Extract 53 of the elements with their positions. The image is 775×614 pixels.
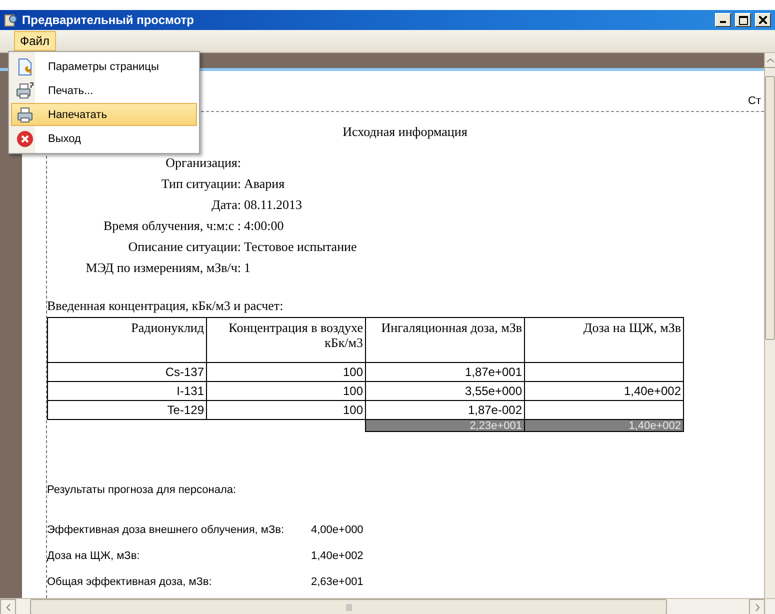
table-cell: 100: [206, 362, 366, 382]
field-value: 08.11.2013: [244, 197, 304, 213]
field-value: Тестовое испытание: [244, 239, 358, 255]
column-header: Ингаляционная доза, мЗв: [366, 318, 524, 362]
section-title: Результаты прогноза для персонала:: [47, 484, 238, 496]
menu-item[interactable]: Печать...: [11, 79, 197, 102]
total-cell: 2,23e+001: [366, 420, 524, 432]
menu-item[interactable]: Файл: [14, 31, 56, 51]
result-value: 2,63e+001: [311, 576, 364, 588]
field-label: Время облучения, ч:м:с :: [102, 218, 241, 234]
table-caption: Введенная концентрация, кБк/м3 и расчет:: [47, 298, 284, 314]
menu-item[interactable]: Параметры страницы: [11, 55, 197, 78]
field-label: Дата:: [210, 197, 241, 213]
printer-icon: [16, 82, 34, 100]
field-label: МЭД по измерениям, мЗв/ч:: [84, 260, 241, 276]
grip-icon: [346, 604, 352, 610]
field-value: Авария: [244, 176, 286, 192]
table-cell: Te-129: [48, 400, 206, 420]
close-button[interactable]: [755, 13, 771, 27]
table-cell: Cs-137: [48, 362, 206, 382]
maximize-icon: [738, 16, 748, 24]
app-icon: [4, 13, 18, 27]
result-label: Общая эффективная доза, мЗв:: [47, 576, 213, 588]
result-label: Эффективная доза внешнего облучения, мЗв:: [47, 524, 286, 536]
minimize-button[interactable]: [715, 13, 731, 27]
table-cell: 1,87e+001: [366, 362, 524, 382]
table-cell: I-131: [48, 382, 206, 400]
page-header: Ст: [748, 95, 761, 107]
close-icon: [759, 16, 767, 24]
exit-icon: [16, 130, 34, 148]
column-header: Радионуклид: [48, 318, 206, 362]
menu-item[interactable]: Напечатать: [11, 103, 197, 126]
field-label: Описание ситуации:: [127, 239, 241, 255]
result-value: 1,40e+002: [311, 550, 364, 562]
field-value: 4:00:00: [244, 218, 285, 234]
window-title: Предварительный просмотр: [22, 13, 195, 27]
printer-icon: [16, 106, 34, 124]
column-header: Доза на ЩЖ, мЗв: [524, 318, 684, 362]
page-settings-icon: [16, 58, 34, 76]
result-label: Доза на ЩЖ, мЗв:: [47, 550, 141, 562]
column-header: Концентрация в воздухе кБк/м3: [206, 318, 366, 362]
maximize-button[interactable]: [735, 13, 751, 27]
field-label: Организация:: [164, 155, 241, 171]
field-value: 1: [244, 260, 252, 276]
result-value: 4,00e+000: [311, 524, 364, 536]
table-cell: 100: [206, 382, 366, 400]
total-cell: 1,40e+002: [524, 420, 684, 432]
table-cell: 1,40e+002: [524, 382, 684, 400]
menu-item[interactable]: Выход: [11, 127, 197, 150]
document-title: Исходная информация: [342, 124, 468, 140]
table-cell: 100: [206, 400, 366, 420]
table-cell: 3,55e+000: [366, 382, 524, 400]
field-label: Тип ситуации:: [160, 176, 241, 192]
